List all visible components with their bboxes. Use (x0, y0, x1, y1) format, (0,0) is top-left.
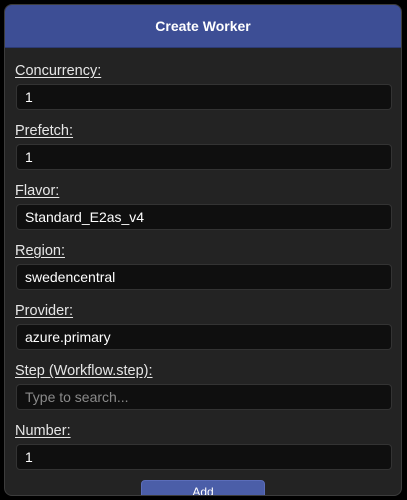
prefetch-label: Prefetch: (15, 123, 74, 139)
flavor-input[interactable] (16, 204, 392, 230)
dialog-form: Concurrency: Prefetch: Flavor: Region: P… (5, 48, 401, 495)
number-input[interactable] (16, 444, 392, 470)
concurrency-label: Concurrency: (15, 63, 102, 79)
concurrency-input[interactable] (16, 84, 392, 110)
step-search-input[interactable] (16, 384, 392, 410)
dialog-actions: Add (15, 480, 391, 495)
region-input[interactable] (16, 264, 392, 290)
dialog-title: Create Worker (5, 5, 401, 48)
create-worker-dialog: Create Worker Concurrency: Prefetch: Fla… (4, 4, 402, 496)
provider-input[interactable] (16, 324, 392, 350)
flavor-label: Flavor: (15, 183, 60, 199)
add-button[interactable]: Add (141, 480, 265, 495)
prefetch-input[interactable] (16, 144, 392, 170)
number-label: Number: (15, 423, 71, 439)
provider-label: Provider: (15, 303, 74, 319)
step-label: Step (Workflow.step): (15, 363, 153, 379)
region-label: Region: (15, 243, 65, 259)
